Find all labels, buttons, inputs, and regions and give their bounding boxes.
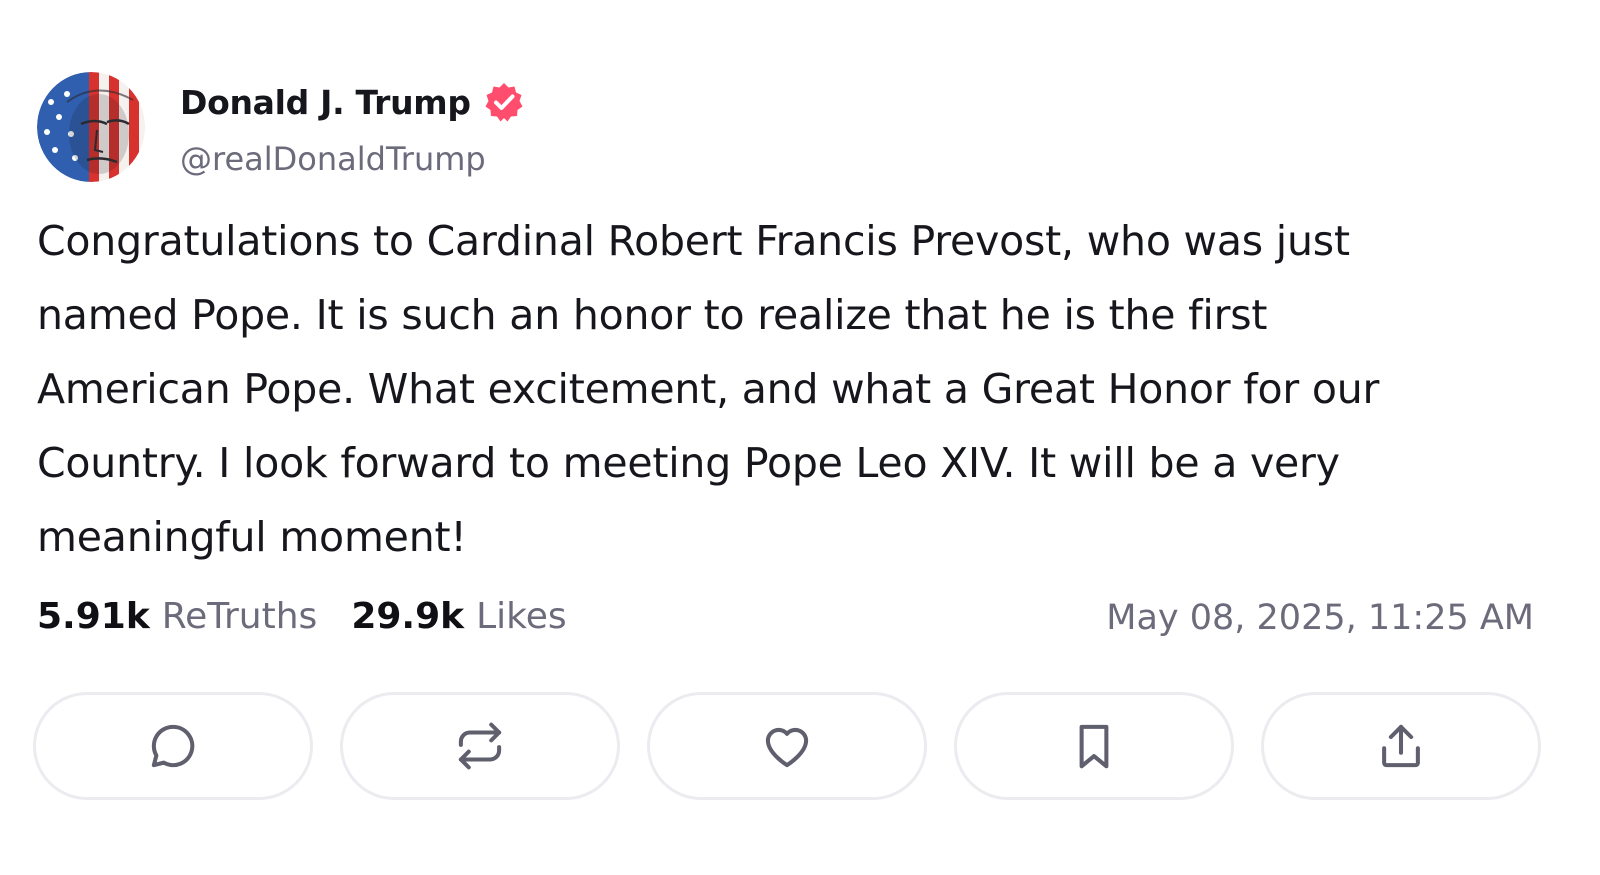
author-name[interactable]: Donald J. Trump [180, 83, 471, 122]
engagement-stats: 5.91k ReTruths 29.9k Likes [37, 596, 567, 637]
retruth-button[interactable] [340, 692, 620, 800]
post-text-line: American Pope. What excitement, and what… [37, 365, 1380, 413]
repost-icon [458, 722, 502, 770]
likes-stat[interactable]: 29.9k Likes [351, 596, 566, 637]
post-text-line: named Pope. It is such an honor to reali… [37, 291, 1268, 339]
verified-badge-icon [483, 81, 525, 123]
like-button[interactable] [647, 692, 927, 800]
post-timestamp[interactable]: May 08, 2025, 11:25 AM [1106, 598, 1534, 638]
bookmark-button[interactable] [954, 692, 1234, 800]
retruths-count: 5.91k [37, 596, 150, 637]
share-button[interactable] [1261, 692, 1541, 800]
heart-icon [765, 727, 809, 768]
post-text-line: Country. I look forward to meeting Pope … [37, 439, 1340, 487]
reply-button[interactable] [33, 692, 313, 800]
truth-post: Donald J. Trump @realDonaldTrump Congrat… [0, 0, 1600, 875]
post-text: Congratulations to Cardinal Robert Franc… [37, 204, 1557, 574]
share-icon [1382, 724, 1420, 768]
post-text-line: Congratulations to Cardinal Robert Franc… [37, 217, 1350, 265]
retruths-stat[interactable]: 5.91k ReTruths [37, 596, 317, 637]
likes-count: 29.9k [351, 596, 465, 637]
post-text-line: meaningful moment! [37, 513, 467, 561]
likes-label: Likes [476, 596, 567, 637]
author-handle[interactable]: @realDonaldTrump [180, 140, 486, 178]
bookmark-icon [1079, 724, 1109, 769]
flag-face-avatar-icon [37, 72, 145, 182]
retruths-label: ReTruths [161, 596, 318, 637]
comment-icon [151, 724, 195, 768]
author-row: Donald J. Trump [180, 80, 525, 124]
avatar[interactable] [37, 72, 145, 182]
action-bar [33, 692, 1541, 804]
